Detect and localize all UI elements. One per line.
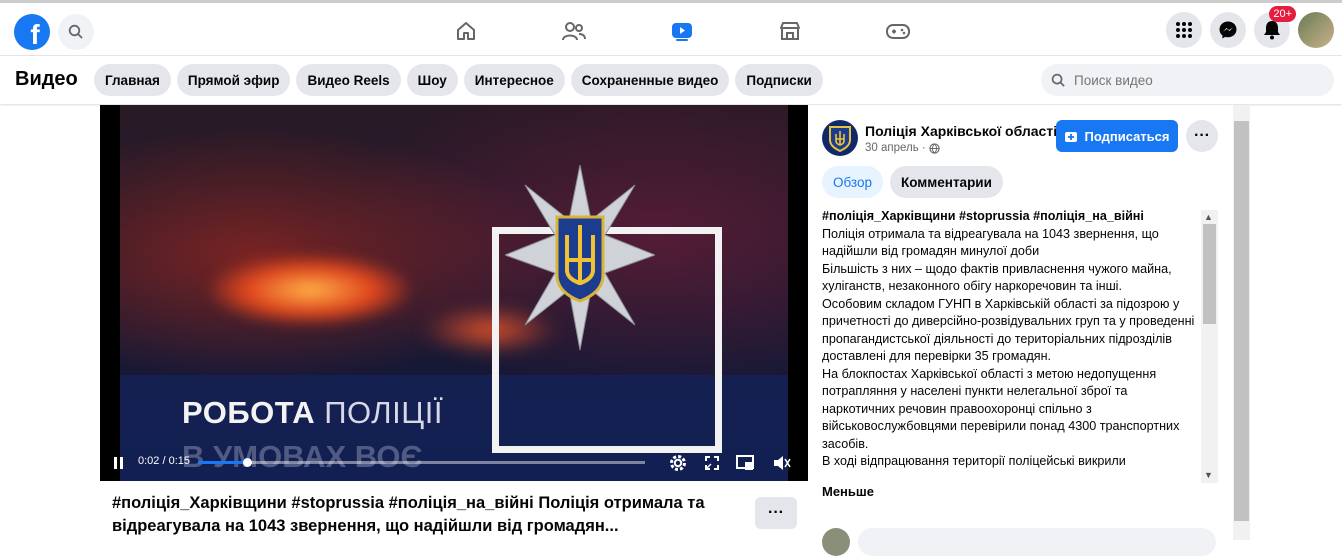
chip-explore[interactable]: Интересное bbox=[463, 64, 565, 96]
nav-video[interactable] bbox=[628, 6, 736, 59]
comment-composer bbox=[822, 528, 1222, 556]
subscribe-icon bbox=[1065, 132, 1078, 142]
gaming-icon bbox=[886, 24, 910, 39]
search-icon bbox=[68, 24, 83, 39]
nav-friends[interactable] bbox=[520, 6, 628, 56]
profile-avatar[interactable] bbox=[1298, 12, 1334, 48]
scroll-down-icon[interactable]: ▼ bbox=[1204, 470, 1213, 480]
description-paragraph: Поліція отримала та відреагувала на 1043… bbox=[822, 226, 1159, 259]
description-scrollbar[interactable]: ▲ ▼ bbox=[1201, 210, 1218, 483]
post-more-button[interactable]: ··· bbox=[755, 497, 797, 529]
video-post-title: #поліція_Харківщини #stoprussia #поліція… bbox=[112, 494, 705, 535]
seek-progress bbox=[198, 461, 248, 464]
show-less-link[interactable]: Меньше bbox=[822, 484, 874, 499]
post-date[interactable]: 30 апрель · bbox=[865, 142, 940, 154]
nav-gaming[interactable] bbox=[844, 6, 952, 56]
settings-gear-icon[interactable] bbox=[668, 453, 688, 473]
facebook-logo[interactable]: f bbox=[14, 14, 50, 50]
commenter-avatar bbox=[822, 528, 850, 556]
description-paragraph: На блокпостах Харківської області з мето… bbox=[822, 366, 1180, 451]
panel-scrollbar[interactable] bbox=[1233, 105, 1250, 540]
top-navigation-bar: f 20+ bbox=[0, 0, 1342, 59]
tab-comments[interactable]: Комментарии bbox=[890, 166, 1003, 198]
post-date-text: 30 апрель · bbox=[865, 142, 926, 154]
chip-live[interactable]: Прямой эфир bbox=[176, 64, 291, 96]
more-dots-icon: ··· bbox=[1194, 127, 1210, 144]
search-button[interactable] bbox=[58, 14, 94, 50]
tab-overview[interactable]: Обзор bbox=[822, 166, 883, 198]
chip-saved-videos[interactable]: Сохраненные видео bbox=[570, 64, 730, 96]
more-dots-icon: ··· bbox=[768, 504, 784, 521]
chip-subscriptions[interactable]: Подписки bbox=[735, 64, 823, 96]
chip-shows[interactable]: Шоу bbox=[406, 64, 458, 96]
description-scroll-thumb[interactable] bbox=[1203, 224, 1216, 324]
description-hashtags[interactable]: #поліція_Харківщини #stoprussia #поліція… bbox=[822, 208, 1198, 226]
marketplace-icon bbox=[780, 22, 800, 40]
video-player[interactable]: РОБОТА ПОЛІЦІЇ В УМОВАХ ВОЄ 0:02 / 0:15 bbox=[100, 105, 808, 481]
police-emblem-icon bbox=[505, 165, 655, 351]
description-paragraph: В ході відпрацювання території поліцейсь… bbox=[822, 454, 1126, 468]
video-search-input[interactable] bbox=[1074, 72, 1314, 88]
player-controls: 0:02 / 0:15 bbox=[100, 445, 808, 481]
police-badge-icon bbox=[829, 126, 851, 152]
page-avatar[interactable] bbox=[822, 120, 858, 156]
seek-bar[interactable] bbox=[198, 461, 645, 464]
subscribe-button[interactable]: Подписаться bbox=[1056, 120, 1178, 152]
grid-menu-icon bbox=[1176, 22, 1192, 38]
description-paragraph: Більшість з них – щодо фактів привласнен… bbox=[822, 261, 1172, 294]
chip-reels[interactable]: Видео Reels bbox=[296, 64, 401, 96]
subscribe-label: Подписаться bbox=[1084, 128, 1170, 144]
nav-marketplace[interactable] bbox=[736, 6, 844, 56]
home-icon bbox=[457, 22, 475, 40]
siren-light bbox=[210, 255, 410, 325]
video-search[interactable] bbox=[1041, 64, 1334, 96]
messenger-icon bbox=[1219, 21, 1237, 39]
messenger-button[interactable] bbox=[1210, 12, 1246, 48]
bell-icon bbox=[1264, 21, 1280, 40]
comment-input[interactable] bbox=[858, 528, 1216, 556]
page-name-link[interactable]: Поліція Харківської області bbox=[865, 123, 1057, 139]
chip-home[interactable]: Главная bbox=[94, 64, 171, 96]
globe-icon bbox=[929, 142, 940, 154]
scroll-up-icon[interactable]: ▲ bbox=[1204, 212, 1213, 222]
panel-scroll-thumb[interactable] bbox=[1234, 121, 1249, 521]
video-overlay-title: РОБОТА ПОЛІЦІЇ bbox=[182, 395, 443, 430]
notifications-button[interactable]: 20+ bbox=[1254, 6, 1296, 48]
time-display: 0:02 / 0:15 bbox=[138, 455, 190, 467]
nav-home[interactable] bbox=[412, 6, 520, 56]
description-paragraph: Особовим складом ГУНП в Харківській обла… bbox=[822, 296, 1195, 364]
video-icon bbox=[672, 23, 692, 41]
video-header-bar: Видео Главная Прямой эфир Видео Reels Шо… bbox=[0, 56, 1342, 104]
menu-button[interactable] bbox=[1166, 12, 1202, 48]
notification-badge: 20+ bbox=[1269, 6, 1296, 22]
search-icon bbox=[1051, 73, 1065, 87]
video-info-panel: Поліція Харківської області 30 апрель · … bbox=[808, 105, 1234, 556]
pause-icon[interactable] bbox=[114, 457, 124, 469]
volume-muted-icon[interactable] bbox=[773, 455, 791, 471]
video-frame: РОБОТА ПОЛІЦІЇ В УМОВАХ ВОЄ bbox=[120, 105, 788, 481]
post-description: #поліція_Харківщини #stoprussia #поліція… bbox=[822, 208, 1198, 483]
fullscreen-icon[interactable] bbox=[704, 455, 720, 471]
page-more-button[interactable]: ··· bbox=[1186, 120, 1218, 152]
page-title: Видео bbox=[15, 68, 78, 90]
seek-handle[interactable] bbox=[243, 458, 253, 467]
picture-in-picture-icon[interactable] bbox=[736, 455, 754, 471]
friends-icon bbox=[562, 22, 586, 41]
